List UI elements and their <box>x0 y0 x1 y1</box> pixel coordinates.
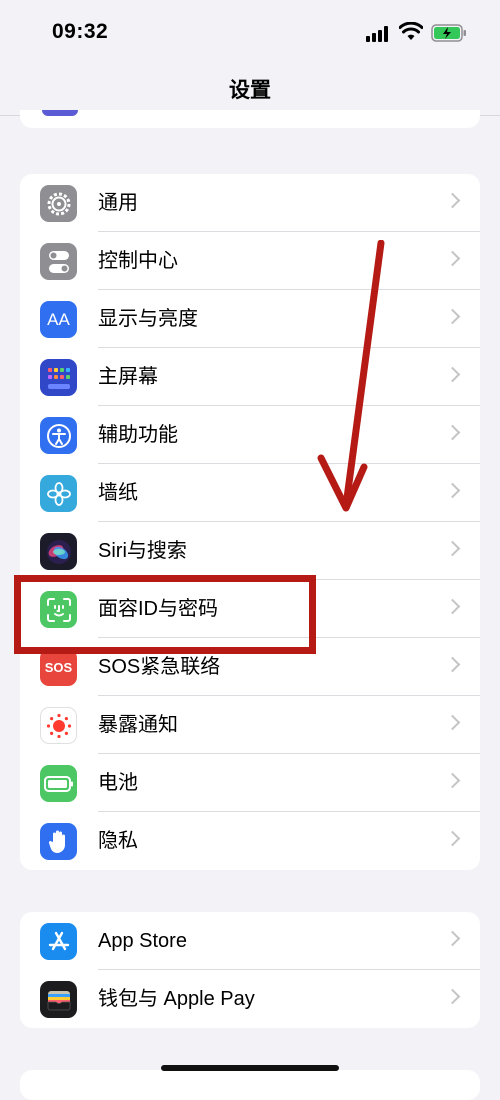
next-group-edge <box>20 1070 480 1100</box>
wifi-icon <box>399 22 423 40</box>
home-grid-icon <box>40 359 77 396</box>
highlight-annotation-box <box>14 575 316 654</box>
chevron-right-icon <box>444 250 461 267</box>
settings-row-control-center[interactable]: 控制中心 <box>20 232 480 290</box>
settings-row-exposure-notifications[interactable]: 暴露通知 <box>20 696 480 754</box>
chevron-right-icon <box>444 540 461 557</box>
wallet-icon <box>40 981 77 1018</box>
battery-icon <box>40 765 77 802</box>
settings-row-label: 主屏幕 <box>98 366 158 388</box>
gear-icon <box>40 185 77 222</box>
chevron-right-icon <box>444 930 461 947</box>
sos-icon: SOS <box>40 649 77 686</box>
status-time: 09:32 <box>52 20 109 43</box>
settings-row-general[interactable]: 通用 <box>20 174 480 232</box>
toggles-icon <box>40 243 77 280</box>
settings-row-display-brightness[interactable]: AA 显示与亮度 <box>20 290 480 348</box>
home-indicator[interactable] <box>161 1065 339 1071</box>
chevron-right-icon <box>444 772 461 789</box>
settings-row-label: 隐私 <box>98 830 138 852</box>
settings-row-label: App Store <box>98 930 187 952</box>
settings-group-main: 通用 控制中心 AA 显示与亮度 主屏幕 辅助功能 墙纸 Siri与搜索 面容I… <box>20 174 480 870</box>
app-store-icon <box>40 923 77 960</box>
chevron-right-icon <box>444 482 461 499</box>
settings-row-home-screen[interactable]: 主屏幕 <box>20 348 480 406</box>
red-arrow-annotation-icon <box>317 240 385 512</box>
chevron-right-icon <box>444 830 461 847</box>
page-title: 设置 <box>229 79 271 102</box>
settings-group-apps: App Store 钱包与 Apple Pay <box>20 912 480 1028</box>
settings-row-label: 暴露通知 <box>98 714 178 736</box>
chevron-right-icon <box>444 714 461 731</box>
settings-row-wallpaper[interactable]: 墙纸 <box>20 464 480 522</box>
accessibility-icon <box>40 417 77 454</box>
chevron-right-icon <box>444 988 461 1005</box>
previous-group-edge <box>20 110 480 128</box>
settings-row-label: 显示与亮度 <box>98 308 198 330</box>
exposure-icon <box>40 707 77 744</box>
settings-row-accessibility[interactable]: 辅助功能 <box>20 406 480 464</box>
aa-text-icon: AA <box>40 301 77 338</box>
settings-row-wallet-apple-pay[interactable]: 钱包与 Apple Pay <box>20 970 480 1028</box>
chevron-right-icon <box>444 424 461 441</box>
chevron-right-icon <box>444 308 461 325</box>
settings-row-label: 钱包与 Apple Pay <box>98 988 255 1010</box>
settings-row-label: 控制中心 <box>98 250 178 272</box>
hand-icon <box>40 823 77 860</box>
chevron-right-icon <box>444 656 461 673</box>
settings-row-label: Siri与搜索 <box>98 540 187 562</box>
settings-row-label: 电池 <box>98 772 138 794</box>
chevron-right-icon <box>444 366 461 383</box>
settings-row-label: 辅助功能 <box>98 424 178 446</box>
flower-icon <box>40 475 77 512</box>
status-bar: 09:32 <box>0 0 500 66</box>
partial-icon <box>42 110 78 116</box>
cellular-signal-icon <box>366 26 390 42</box>
settings-row-battery[interactable]: 电池 <box>20 754 480 812</box>
chevron-right-icon <box>444 192 461 209</box>
battery-charging-icon <box>431 24 466 42</box>
settings-row-app-store[interactable]: App Store <box>20 912 480 970</box>
settings-row-privacy[interactable]: 隐私 <box>20 812 480 870</box>
chevron-right-icon <box>444 598 461 615</box>
settings-row-label: 墙纸 <box>98 482 138 504</box>
settings-row-siri-search[interactable]: Siri与搜索 <box>20 522 480 580</box>
settings-row-label: 通用 <box>98 192 138 214</box>
siri-icon <box>40 533 77 570</box>
